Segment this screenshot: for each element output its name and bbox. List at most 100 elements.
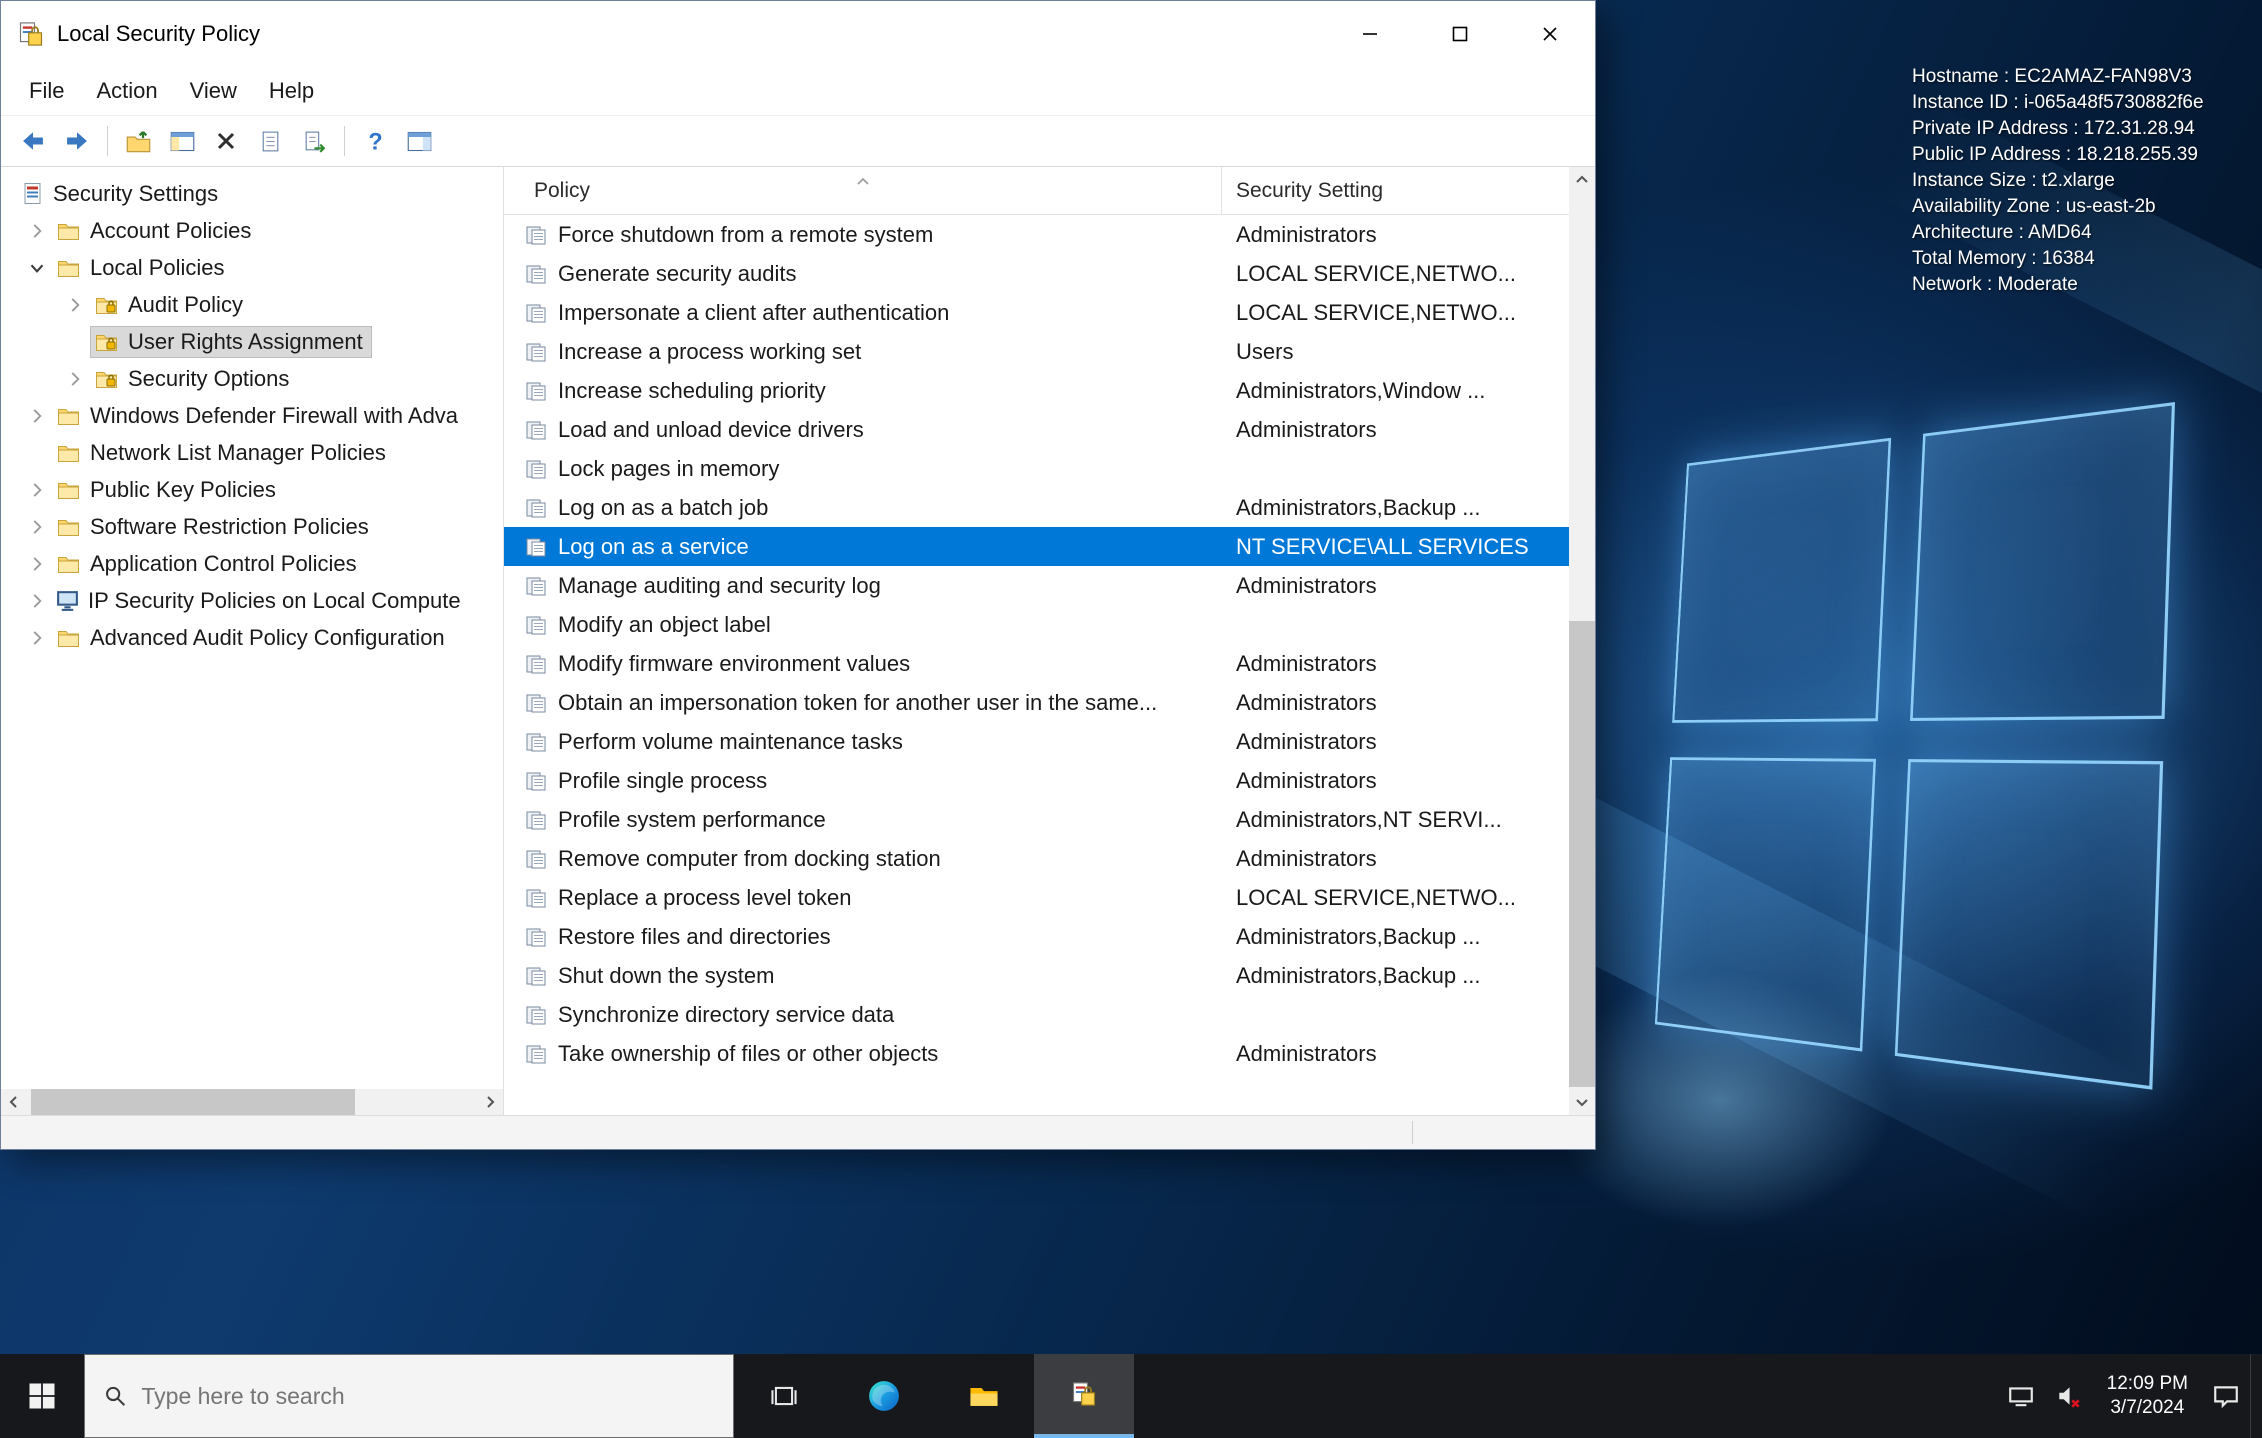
- chevron-right-icon[interactable]: [21, 590, 53, 612]
- task-view-button[interactable]: [734, 1354, 834, 1438]
- tree-node[interactable]: Advanced Audit Policy Configuration: [53, 623, 453, 653]
- policy-row-take-ownership-of-files-or-other-objects[interactable]: Take ownership of files or other objects…: [504, 1034, 1569, 1073]
- tree-item-network-list-manager-policies[interactable]: Network List Manager Policies: [1, 434, 503, 471]
- panes-button[interactable]: [397, 120, 441, 162]
- tree-node[interactable]: Audit Policy: [91, 290, 251, 320]
- tree-node[interactable]: Application Control Policies: [53, 549, 365, 579]
- chevron-down-icon[interactable]: [21, 257, 53, 279]
- scrollbar-thumb[interactable]: [31, 1089, 355, 1115]
- chevron-right-icon[interactable]: [21, 553, 53, 575]
- policy-row-shut-down-the-system[interactable]: Shut down the system Administrators,Backu…: [504, 956, 1569, 995]
- volume-tray-button[interactable]: [2045, 1354, 2093, 1438]
- scroll-left-icon[interactable]: [1, 1089, 27, 1115]
- action-center-button[interactable]: [2202, 1354, 2250, 1438]
- policy-row-increase-scheduling-priority[interactable]: Increase scheduling priority Administrato…: [504, 371, 1569, 410]
- column-header-policy[interactable]: Policy: [504, 167, 1222, 214]
- policy-row-restore-files-and-directories[interactable]: Restore files and directories Administrat…: [504, 917, 1569, 956]
- chevron-right-icon[interactable]: [21, 516, 53, 538]
- tree-node[interactable]: Network List Manager Policies: [53, 438, 394, 468]
- policy-row-profile-system-performance[interactable]: Profile system performance Administrators…: [504, 800, 1569, 839]
- tree-item-application-control-policies[interactable]: Application Control Policies: [1, 545, 503, 582]
- network-tray-button[interactable]: [1997, 1354, 2045, 1438]
- folder-up-button[interactable]: [116, 120, 160, 162]
- doc-arrow-button[interactable]: [292, 120, 336, 162]
- tree-node[interactable]: Software Restriction Policies: [53, 512, 377, 542]
- chevron-right-icon[interactable]: [21, 220, 53, 242]
- tree-node[interactable]: Account Policies: [53, 216, 259, 246]
- taskbar-search[interactable]: [84, 1354, 734, 1438]
- policy-row-increase-a-process-working-set[interactable]: Increase a process working set Users: [504, 332, 1569, 371]
- edge-taskbar-button[interactable]: [834, 1354, 934, 1438]
- tree-item-user-rights-assignment[interactable]: User Rights Assignment: [1, 323, 503, 360]
- tree-item-public-key-policies[interactable]: Public Key Policies: [1, 471, 503, 508]
- tree-node[interactable]: User Rights Assignment: [90, 325, 372, 358]
- tree-item-local-policies[interactable]: Local Policies: [1, 249, 503, 286]
- tree-item-audit-policy[interactable]: Audit Policy: [1, 286, 503, 323]
- chevron-right-icon[interactable]: [21, 627, 53, 649]
- chevron-right-icon[interactable]: [21, 405, 53, 427]
- menu-help[interactable]: Help: [253, 67, 330, 115]
- menu-file[interactable]: File: [13, 67, 80, 115]
- minimize-button[interactable]: [1325, 1, 1415, 67]
- scrollbar-thumb[interactable]: [1569, 621, 1595, 1087]
- policy-row-log-on-as-a-batch-job[interactable]: Log on as a batch job Administrators,Back…: [504, 488, 1569, 527]
- local-security-policy-taskbar-button[interactable]: [1034, 1354, 1134, 1438]
- policy-row-remove-computer-from-docking-station[interactable]: Remove computer from docking station Admi…: [504, 839, 1569, 878]
- scroll-up-icon[interactable]: [1569, 167, 1595, 193]
- tree-node[interactable]: Security Settings: [19, 179, 226, 209]
- policy-row-force-shutdown-from-a-remote-system[interactable]: Force shutdown from a remote system Admin…: [504, 215, 1569, 254]
- policy-row-generate-security-audits[interactable]: Generate security audits LOCAL SERVICE,NE…: [504, 254, 1569, 293]
- menu-action[interactable]: Action: [80, 67, 173, 115]
- title-bar[interactable]: Local Security Policy: [1, 1, 1595, 67]
- chevron-right-icon[interactable]: [21, 479, 53, 501]
- tree-node[interactable]: Windows Defender Firewall with Adva: [53, 401, 466, 431]
- list-vertical-scrollbar[interactable]: [1569, 167, 1595, 1115]
- policy-row-synchronize-directory-service-data[interactable]: Synchronize directory service data: [504, 995, 1569, 1034]
- delete-button[interactable]: [204, 120, 248, 162]
- show-desktop-button[interactable]: [2250, 1354, 2262, 1438]
- scroll-down-icon[interactable]: [1569, 1089, 1595, 1115]
- tree-item-security-options[interactable]: Security Options: [1, 360, 503, 397]
- help-button[interactable]: ?: [353, 120, 397, 162]
- scrollbar-track[interactable]: [27, 1089, 477, 1115]
- tree-node[interactable]: Security Options: [91, 364, 297, 394]
- menu-view[interactable]: View: [174, 67, 253, 115]
- tree-item-software-restriction-policies[interactable]: Software Restriction Policies: [1, 508, 503, 545]
- file-explorer-button[interactable]: [934, 1354, 1034, 1438]
- search-input[interactable]: [141, 1382, 715, 1410]
- policy-row-manage-auditing-and-security-log[interactable]: Manage auditing and security log Administ…: [504, 566, 1569, 605]
- tree-item-security-settings[interactable]: Security Settings: [1, 175, 503, 212]
- policy-row-perform-volume-maintenance-tasks[interactable]: Perform volume maintenance tasks Administ…: [504, 722, 1569, 761]
- policy-row-modify-an-object-label[interactable]: Modify an object label: [504, 605, 1569, 644]
- policy-row-lock-pages-in-memory[interactable]: Lock pages in memory: [504, 449, 1569, 488]
- taskbar-clock[interactable]: 12:09 PM 3/7/2024: [2093, 1354, 2202, 1438]
- tree-item-ip-security-policies-on-local-compute[interactable]: IP Security Policies on Local Compute: [1, 582, 503, 619]
- policy-row-profile-single-process[interactable]: Profile single process Administrators: [504, 761, 1569, 800]
- column-header-security-setting[interactable]: Security Setting: [1222, 167, 1569, 214]
- tree-item-account-policies[interactable]: Account Policies: [1, 212, 503, 249]
- policy-row-load-and-unload-device-drivers[interactable]: Load and unload device drivers Administra…: [504, 410, 1569, 449]
- policy-row-modify-firmware-environment-values[interactable]: Modify firmware environment values Admini…: [504, 644, 1569, 683]
- tree-item-advanced-audit-policy-configuration[interactable]: Advanced Audit Policy Configuration: [1, 619, 503, 656]
- policy-row-impersonate-a-client-after-authenticatio[interactable]: Impersonate a client after authenticatio…: [504, 293, 1569, 332]
- tree-item-windows-defender-firewall-with-adva[interactable]: Windows Defender Firewall with Adva: [1, 397, 503, 434]
- forward-button[interactable]: [55, 120, 99, 162]
- scroll-right-icon[interactable]: [477, 1089, 503, 1115]
- console-tree-button[interactable]: [160, 120, 204, 162]
- export-list-button[interactable]: [248, 120, 292, 162]
- tree-node[interactable]: Public Key Policies: [53, 475, 284, 505]
- scrollbar-track[interactable]: [1569, 193, 1595, 1089]
- start-button[interactable]: [0, 1354, 84, 1438]
- close-button[interactable]: [1505, 1, 1595, 67]
- policy-row-obtain-an-impersonation-token-for-anothe[interactable]: Obtain an impersonation token for anothe…: [504, 683, 1569, 722]
- policy-row-replace-a-process-level-token[interactable]: Replace a process level token LOCAL SERVI…: [504, 878, 1569, 917]
- tree-node[interactable]: IP Security Policies on Local Compute: [53, 586, 469, 616]
- chevron-right-icon[interactable]: [59, 294, 91, 316]
- back-button[interactable]: [11, 120, 55, 162]
- policy-row-log-on-as-a-service[interactable]: Log on as a service NT SERVICE\ALL SERVIC…: [504, 527, 1569, 566]
- chevron-right-icon[interactable]: [59, 368, 91, 390]
- maximize-button[interactable]: [1415, 1, 1505, 67]
- root-icon: [21, 181, 45, 206]
- tree-node[interactable]: Local Policies: [53, 253, 233, 283]
- tree-horizontal-scrollbar[interactable]: [1, 1089, 503, 1115]
